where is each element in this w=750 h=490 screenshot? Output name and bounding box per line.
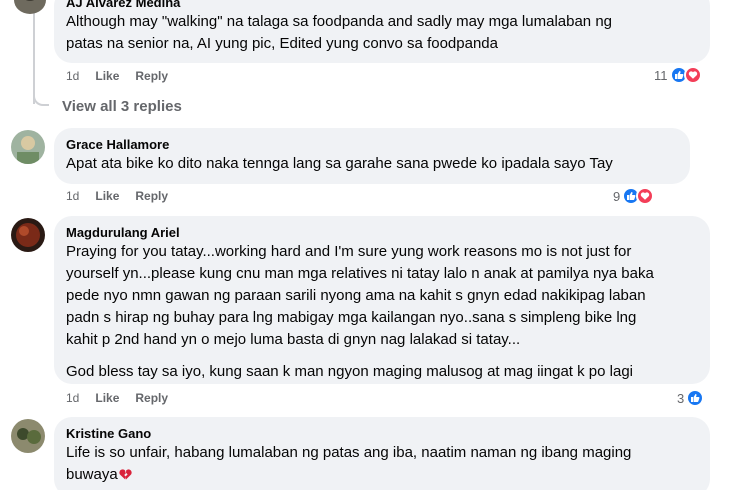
comment-actions: 1d Like Reply bbox=[66, 69, 168, 83]
broken-heart-icon bbox=[119, 469, 132, 480]
avatar[interactable] bbox=[11, 218, 45, 252]
view-replies-link[interactable]: View all 3 replies bbox=[62, 98, 182, 115]
comment-author[interactable]: Grace Hallamore bbox=[66, 136, 678, 153]
comment-actions: 1d Like Reply bbox=[66, 189, 168, 203]
comment-text: Life is so unfair, habang lumalaban ng p… bbox=[66, 442, 698, 486]
comment-actions: 1d Like Reply bbox=[66, 391, 168, 405]
like-button[interactable]: Like bbox=[95, 391, 119, 405]
comment-author[interactable]: AJ Alvarez Medina bbox=[66, 0, 698, 11]
like-reaction-icon bbox=[686, 389, 705, 407]
comment-line: yourself yn...please kung cnu man mga re… bbox=[66, 265, 654, 282]
avatar[interactable] bbox=[11, 419, 45, 453]
comment-line: Although may "walking" na talaga sa food… bbox=[66, 13, 612, 30]
comment-text: Although may "walking" na talaga sa food… bbox=[66, 11, 698, 55]
comment-author[interactable]: Kristine Gano bbox=[66, 425, 698, 442]
comment-closing: God bless tay sa iyo, kung saan k man ng… bbox=[66, 363, 633, 380]
comment-bubble: Grace Hallamore Apat ata bike ko dito na… bbox=[54, 128, 690, 184]
reaction-count: 11 bbox=[654, 67, 668, 83]
comment-bubble: Kristine Gano Life is so unfair, habang … bbox=[54, 417, 710, 490]
reaction-summary[interactable]: 9 bbox=[613, 187, 655, 205]
love-reaction-icon bbox=[683, 66, 702, 84]
reply-thread-curve bbox=[33, 88, 49, 106]
reply-button[interactable]: Reply bbox=[135, 391, 168, 405]
comment-line-text: buwaya bbox=[66, 466, 118, 483]
like-button[interactable]: Like bbox=[95, 69, 119, 83]
comment-line: Life is so unfair, habang lumalaban ng p… bbox=[66, 444, 632, 461]
comment-bubble: AJ Alvarez Medina Although may "walking"… bbox=[54, 0, 710, 63]
comment-line: Praying for you tatay...working hard and… bbox=[66, 243, 632, 260]
comment-line: patas na senior na, AI yung pic, Edited … bbox=[66, 35, 498, 52]
comment-timestamp[interactable]: 1d bbox=[66, 189, 79, 203]
comment-line: padn s hirap ng buhay para lng mabigay m… bbox=[66, 309, 637, 326]
reply-button[interactable]: Reply bbox=[135, 189, 168, 203]
comment-timestamp[interactable]: 1d bbox=[66, 69, 79, 83]
reaction-count: 9 bbox=[613, 188, 621, 204]
reaction-summary[interactable]: 3 bbox=[677, 389, 705, 407]
comment-bubble: Magdurulang Ariel Praying for you tatay.… bbox=[54, 216, 710, 384]
comment-line: buwaya bbox=[66, 464, 698, 486]
comment-line: pede nyo nmn gawan ng paraan sarili nyon… bbox=[66, 287, 646, 304]
reaction-count: 3 bbox=[677, 390, 685, 406]
avatar[interactable] bbox=[14, 0, 46, 14]
comment-text: Praying for you tatay...working hard and… bbox=[66, 241, 698, 351]
reaction-summary[interactable]: 11 bbox=[654, 66, 702, 84]
comment-timestamp[interactable]: 1d bbox=[66, 391, 79, 405]
comment-line: kahit p 2nd hand yn o mejo luma basta di… bbox=[66, 331, 521, 348]
comment-text: Apat ata bike ko dito naka tennga lang s… bbox=[66, 155, 613, 172]
like-button[interactable]: Like bbox=[95, 189, 119, 203]
reply-button[interactable]: Reply bbox=[135, 69, 168, 83]
love-reaction-icon bbox=[636, 187, 655, 205]
comment-author[interactable]: Magdurulang Ariel bbox=[66, 224, 698, 241]
avatar[interactable] bbox=[11, 130, 45, 164]
